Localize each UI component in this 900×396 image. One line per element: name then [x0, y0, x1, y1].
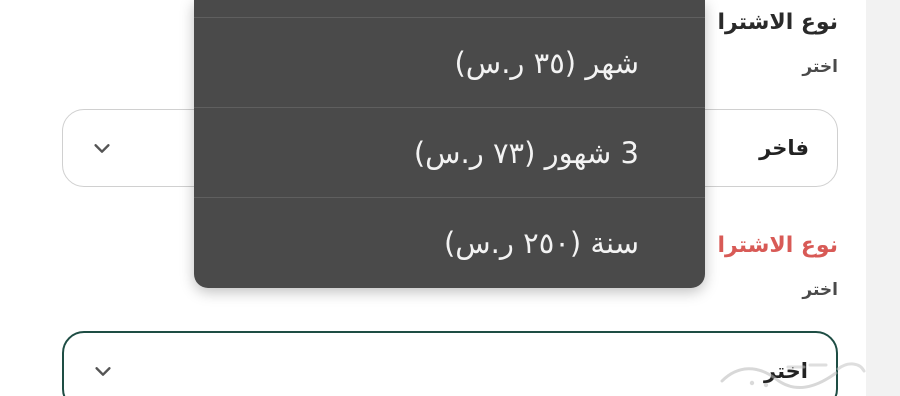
menu-option-label: شهر (٣٥ ر.س) — [454, 45, 639, 80]
menu-scroll-edge — [194, 0, 705, 18]
subscription-options-menu: شهر (٣٥ ر.س) 3 شهور (٧٣ ر.س) سنة (٢٥٠ ر.… — [194, 0, 705, 288]
menu-option-3-months[interactable]: 3 شهور (٧٣ ر.س) — [194, 108, 705, 198]
watermark-logo — [720, 362, 866, 390]
chevron-down-icon — [95, 367, 111, 376]
field2-hint: اختر — [802, 280, 838, 300]
menu-option-month[interactable]: شهر (٣٥ ر.س) — [194, 18, 705, 108]
field1-title: نوع الاشترا — [717, 10, 838, 35]
menu-option-label: 3 شهور (٧٣ ر.س) — [413, 135, 639, 170]
field2-title: نوع الاشترا — [717, 233, 838, 258]
select-value: فاخر — [759, 136, 809, 160]
menu-option-year[interactable]: سنة (٢٥٠ ر.س) — [194, 198, 705, 288]
chevron-down-icon — [94, 144, 110, 153]
field1-hint: اختر — [802, 57, 838, 77]
menu-option-label: سنة (٢٥٠ ر.س) — [443, 226, 639, 260]
